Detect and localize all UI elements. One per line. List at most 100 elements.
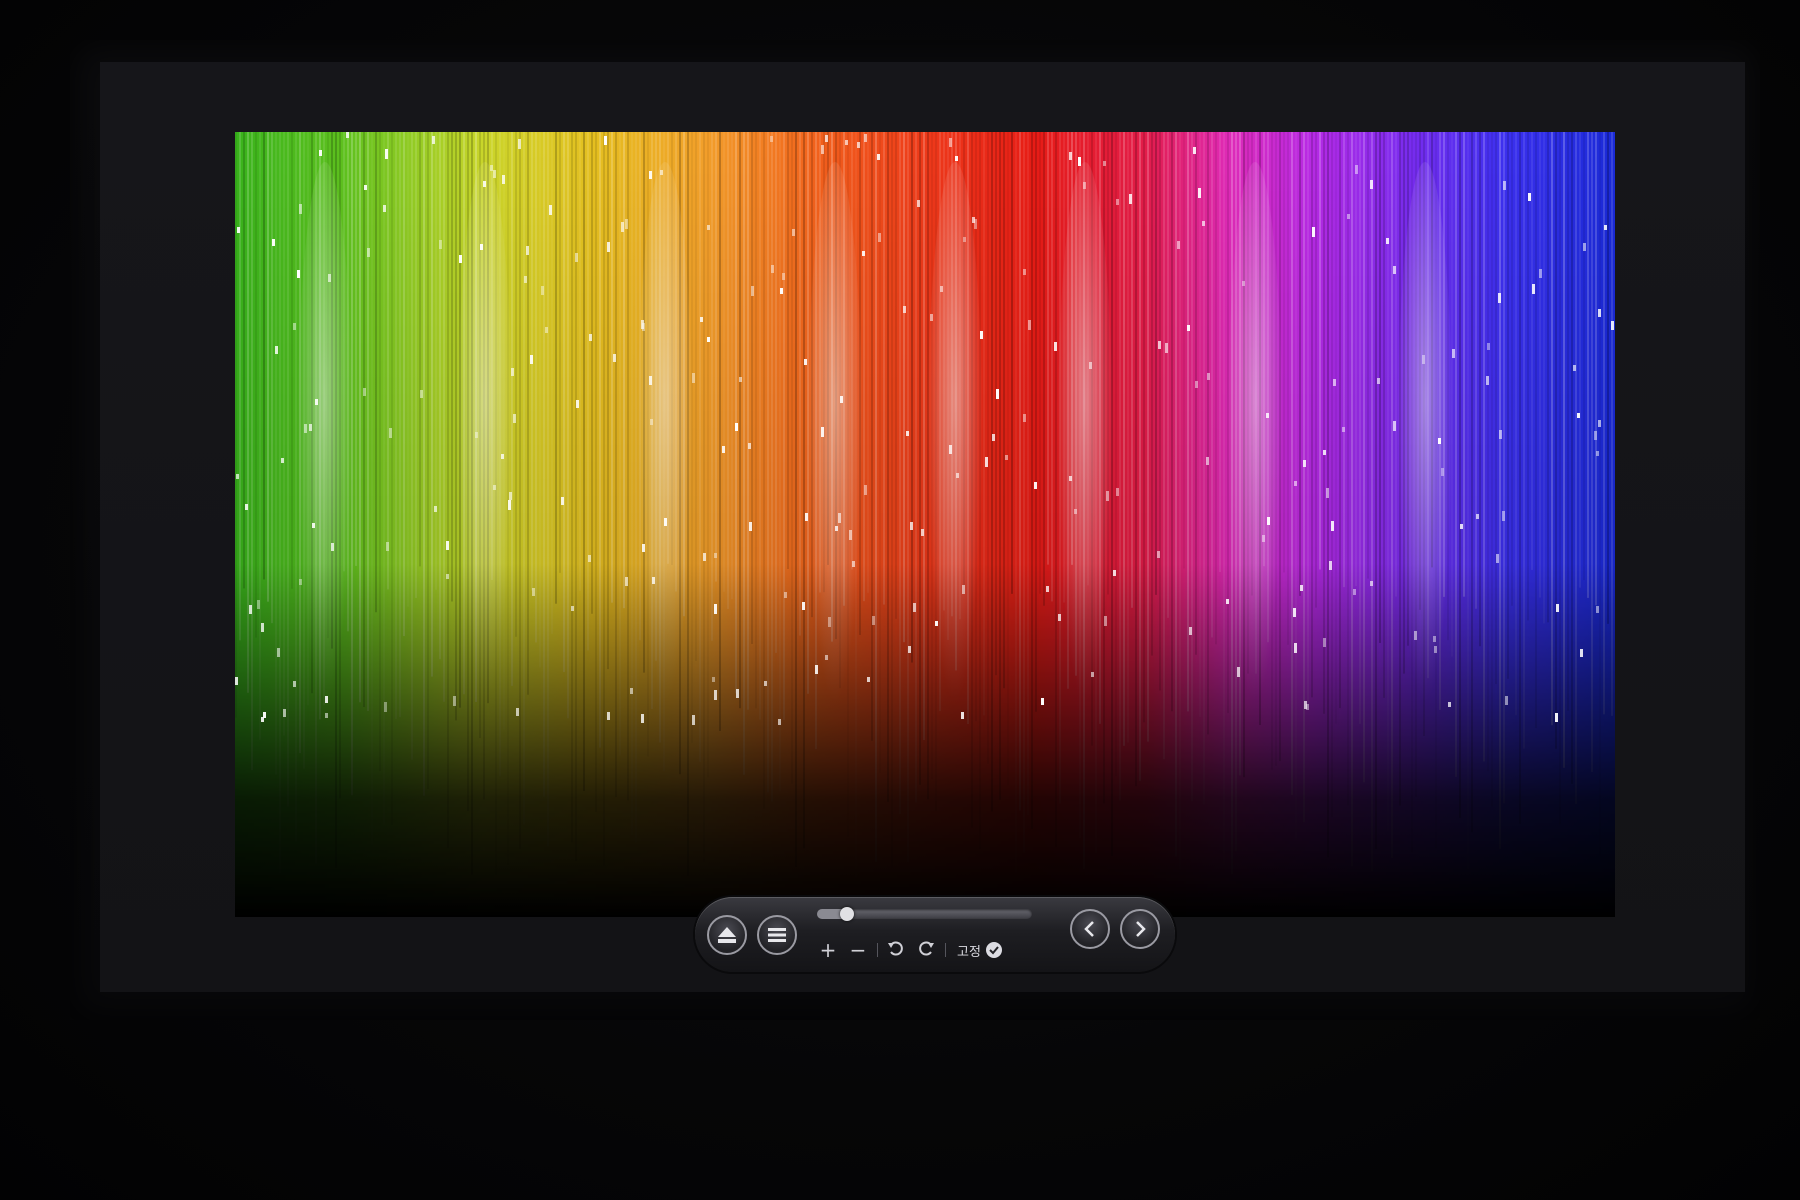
sparkle [518, 139, 521, 149]
rotate-right-icon [919, 941, 934, 956]
light-streak [635, 132, 637, 843]
sparkle [446, 574, 449, 579]
light-streak [411, 132, 413, 760]
sparkle [1502, 511, 1505, 521]
sparkle [1573, 365, 1576, 371]
light-streak [1155, 132, 1157, 595]
light-streak [395, 132, 397, 719]
sparkle [1326, 488, 1329, 498]
sparkle [930, 314, 933, 321]
sparkle [1393, 266, 1396, 274]
light-streak [371, 132, 373, 846]
light-streak [255, 132, 257, 638]
sparkle [1237, 667, 1240, 677]
sparkle [490, 165, 493, 171]
light-streak [1455, 132, 1457, 777]
light-streak [391, 132, 393, 825]
light-streak [1303, 132, 1305, 823]
light-streak [731, 132, 733, 600]
sparkle [1104, 616, 1107, 626]
light-streak [995, 132, 997, 676]
sparkle [367, 248, 370, 257]
rotate-right-button[interactable] [915, 939, 937, 961]
zoom-in-button[interactable]: + [817, 939, 839, 961]
zoom-slider-knob[interactable] [840, 907, 855, 921]
zoom-out-button[interactable]: − [847, 939, 869, 961]
next-button[interactable] [1120, 909, 1160, 949]
rotate-left-icon [888, 941, 903, 956]
light-streak [1287, 132, 1289, 645]
light-streak [779, 132, 781, 792]
sparkle [821, 145, 824, 154]
sparkle [1023, 269, 1026, 275]
sparkle [751, 286, 754, 296]
menu-button[interactable] [757, 915, 797, 955]
chevron-right-icon [1136, 921, 1146, 937]
light-streak [263, 132, 265, 580]
sparkle [804, 359, 807, 365]
light-streak [1027, 132, 1029, 815]
sparkle [961, 712, 964, 719]
sparkle [509, 492, 512, 500]
light-streak [1387, 132, 1389, 831]
sparkle [309, 424, 312, 431]
rotate-left-button[interactable] [885, 939, 907, 961]
light-streak [1311, 132, 1313, 698]
pin-toggle[interactable]: 고정 [957, 939, 1002, 961]
sparkle [483, 181, 486, 187]
light-streak [895, 132, 897, 619]
sparkle [261, 623, 264, 632]
light-streak [1379, 132, 1381, 643]
sparkle [434, 506, 437, 512]
sparkle [1023, 414, 1026, 422]
light-glow [297, 162, 353, 762]
light-streak [1011, 132, 1013, 594]
light-streak [1495, 132, 1497, 685]
light-streak [1175, 132, 1177, 857]
light-streak [619, 132, 621, 756]
light-streak [867, 132, 869, 593]
light-streak [1575, 132, 1577, 804]
light-streak [291, 132, 293, 589]
sparkle [1116, 488, 1119, 496]
previous-button[interactable] [1070, 909, 1110, 949]
sparkle [328, 274, 331, 282]
sparkle [1393, 421, 1396, 431]
light-streak [431, 132, 433, 677]
sparkle [906, 431, 909, 436]
light-streak [891, 132, 893, 868]
sparkle [1069, 476, 1072, 481]
light-streak [1507, 132, 1509, 679]
light-streak [1499, 132, 1501, 849]
sparkle [459, 255, 462, 263]
light-streak [911, 132, 913, 663]
sparkle [1129, 194, 1132, 204]
light-streak [547, 132, 549, 847]
sparkle [1202, 221, 1205, 226]
light-streak [1551, 132, 1553, 726]
light-streak [403, 132, 405, 637]
eject-button[interactable] [707, 915, 747, 955]
sparkle [383, 205, 386, 212]
sparkle [714, 690, 717, 700]
sparkle [621, 222, 624, 232]
sparkle [1116, 199, 1119, 205]
sparkle [996, 389, 999, 399]
sparkle [319, 150, 322, 156]
sparkle [849, 530, 852, 540]
sparkle [545, 327, 548, 333]
light-streak [379, 132, 381, 772]
sparkle [845, 140, 848, 145]
light-streak [1519, 132, 1521, 824]
sparkle [1083, 182, 1086, 189]
light-streak [1531, 132, 1533, 570]
light-streak [743, 132, 745, 775]
light-streak [899, 132, 901, 815]
light-streak [1587, 132, 1589, 598]
light-streak [1595, 132, 1597, 606]
zoom-slider[interactable] [817, 907, 1032, 921]
light-streak [247, 132, 249, 693]
sparkle [1342, 427, 1345, 432]
sparkle [364, 185, 367, 190]
sparkle [748, 443, 751, 449]
